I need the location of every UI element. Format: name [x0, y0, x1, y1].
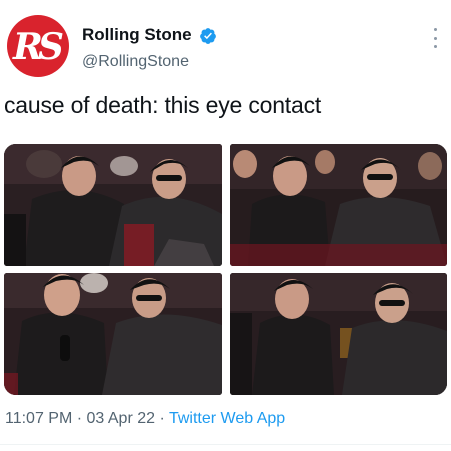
more-options-icon[interactable] [428, 28, 442, 48]
tweet-photo-2[interactable] [230, 144, 447, 266]
tweet-source-link[interactable]: Twitter Web App [169, 410, 285, 427]
meta-separator-2: · [155, 410, 169, 427]
author-name[interactable]: Rolling Stone [82, 25, 192, 45]
tweet-photo-3[interactable] [4, 273, 222, 395]
tweet-photo-1[interactable] [4, 144, 222, 266]
photo-1-image [4, 144, 222, 266]
tweet-meta: 11:07 PM · 03 Apr 22 · Twitter Web App [5, 410, 285, 428]
tweet-text: cause of death: this eye contact [4, 92, 322, 118]
tweet-time[interactable]: 11:07 PM [5, 410, 72, 427]
meta-separator: · [72, 410, 87, 427]
author-avatar[interactable]: RS [7, 15, 69, 77]
photo-4-image [230, 273, 447, 395]
photo-3-image [4, 273, 222, 395]
tweet-card: RS Rolling Stone @RollingStone cause of … [0, 0, 451, 451]
photo-2-image [230, 144, 447, 266]
verified-badge-icon [200, 28, 216, 44]
avatar-logo-text: RS [13, 26, 64, 68]
divider [0, 444, 451, 445]
tweet-date[interactable]: 03 Apr 22 [87, 410, 156, 427]
tweet-photo-4[interactable] [230, 273, 447, 395]
author-handle[interactable]: @RollingStone [82, 53, 189, 71]
